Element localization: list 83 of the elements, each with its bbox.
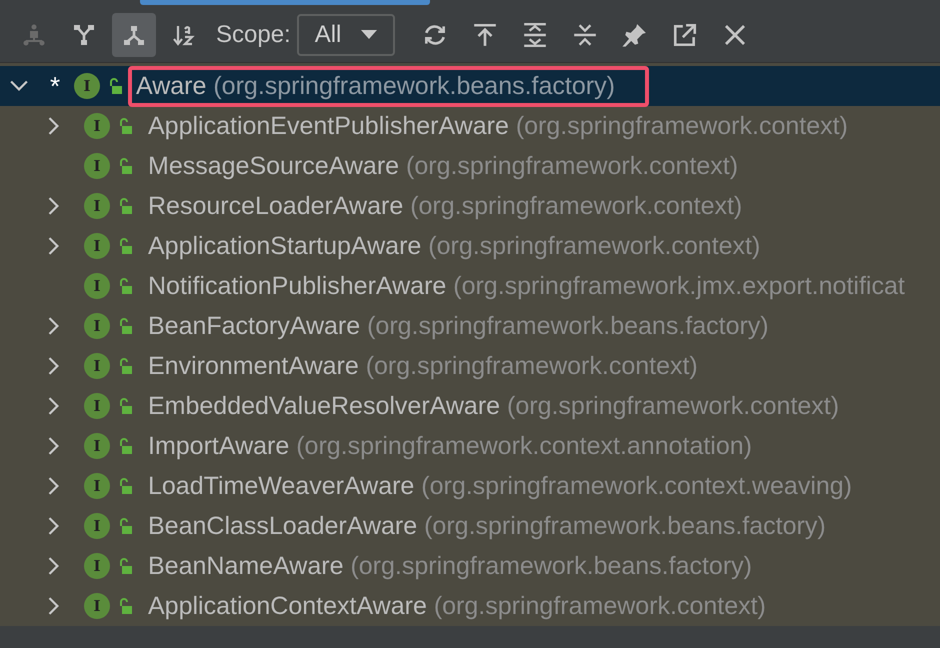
unlocked-lock-icon	[118, 438, 132, 454]
class-name: NotificationPublisherAware (org.springframework.jmx.export.notificat	[148, 272, 905, 301]
interface-badge: I	[84, 313, 110, 340]
interface-badge: I	[84, 113, 110, 140]
tree-icon	[22, 23, 46, 48]
unlocked-lock-icon	[118, 358, 132, 374]
class-name: ApplicationContextAware (org.springframework.context)	[148, 592, 766, 621]
unlocked-lock-icon	[118, 318, 132, 334]
tree-row[interactable]: I ApplicationContextAware (org.springframework.context)	[0, 586, 940, 626]
interface-badge: I	[84, 233, 110, 260]
unlocked-lock-icon	[118, 198, 132, 214]
class-name: EmbeddedValueResolverAware (org.springframework.context)	[148, 392, 840, 421]
class-name: Aware (org.springframework.beans.factory)	[136, 72, 615, 100]
scope-dropdown[interactable]: All	[296, 14, 395, 56]
class-name: LoadTimeWeaverAware (org.springframework.context.weaving)	[148, 472, 852, 501]
unlocked-lock-icon	[118, 598, 132, 614]
chevron-right-icon[interactable]	[48, 557, 60, 576]
branch-button[interactable]	[112, 13, 156, 58]
tree-row[interactable]: I EmbeddedValueResolverAware (org.springframework.context)	[0, 386, 940, 426]
tree-row[interactable]: I BeanFactoryAware (org.springframework.beans.factory)	[0, 306, 940, 346]
unlocked-lock-icon	[118, 478, 132, 494]
tree-row[interactable]: I MessageSourceAware (org.springframework.context)	[0, 146, 940, 186]
interface-badge: I	[84, 273, 110, 300]
tree-row[interactable]: I BeanNameAware (org.springframework.beans.factory)	[0, 546, 940, 586]
tree-row[interactable]: I EnvironmentAware (org.springframework.context)	[0, 346, 940, 386]
tree-row[interactable]: I ApplicationEventPublisherAware (org.springframework.context)	[0, 106, 940, 146]
tree-row[interactable]: I NotificationPublisherAware (org.springframework.jmx.export.notificat	[0, 266, 940, 306]
tree-row[interactable]: I BeanClassLoaderAware (org.springframework.beans.factory)	[0, 506, 940, 546]
interface-badge: I	[74, 73, 100, 100]
chevron-right-icon[interactable]	[48, 477, 60, 496]
modified-mark: *	[50, 70, 62, 102]
unlocked-lock-icon	[118, 118, 132, 134]
close-icon	[722, 23, 747, 48]
tree-row[interactable]: I LoadTimeWeaverAware (org.springframework.context.weaving)	[0, 466, 940, 506]
chevron-right-icon[interactable]	[48, 517, 60, 536]
tree-row[interactable]: I ApplicationStartupAware (org.springframework.context)	[0, 226, 940, 266]
class-name: ImportAware (org.springframework.context.annotation)	[148, 432, 752, 461]
chevron-right-icon[interactable]	[48, 117, 60, 136]
interface-badge: I	[84, 153, 110, 180]
upload-icon	[472, 22, 498, 48]
tree-row[interactable]: * I Aware (org.springframework.beans.factory)	[0, 66, 940, 106]
class-name: BeanNameAware (org.springframework.beans.factory)	[148, 552, 752, 581]
interface-badge: I	[84, 553, 110, 580]
interface-badge: I	[84, 473, 110, 500]
tree-row[interactable]: I ImportAware (org.springframework.context.annotation)	[0, 426, 940, 466]
collapse-icon	[572, 22, 598, 48]
caret-icon	[360, 30, 377, 40]
pin-icon	[622, 22, 648, 48]
unlocked-lock-icon	[118, 558, 132, 574]
class-name: MessageSourceAware (org.springframework.context)	[148, 152, 738, 181]
fork-icon	[72, 23, 96, 48]
interface-badge: I	[84, 593, 110, 620]
tree-row[interactable]: I ResourceLoaderAware (org.springframework.context)	[0, 186, 940, 226]
interface-badge: I	[84, 353, 110, 380]
chevron-right-icon[interactable]	[48, 597, 60, 616]
class-name: ResourceLoaderAware (org.springframework.context)	[148, 192, 742, 221]
class-name: BeanClassLoaderAware (org.springframework.beans.factory)	[148, 512, 826, 541]
class-name: ApplicationStartupAware (org.springframework.context)	[148, 232, 760, 261]
chevron-right-icon[interactable]	[48, 357, 60, 376]
chevron-down-icon[interactable]	[10, 80, 28, 92]
interface-badge: I	[84, 513, 110, 540]
interface-badge: I	[84, 193, 110, 220]
unlocked-lock-icon	[118, 518, 132, 534]
chevron-right-icon[interactable]	[48, 197, 60, 216]
unlocked-lock-icon	[118, 238, 132, 254]
unlocked-lock-icon	[108, 78, 122, 94]
class-name: EnvironmentAware (org.springframework.context)	[148, 352, 698, 381]
chevron-right-icon[interactable]	[48, 437, 60, 456]
unlocked-lock-icon	[118, 278, 132, 294]
unlocked-lock-icon	[118, 398, 132, 414]
scope-label: Scope:	[216, 21, 291, 50]
chevron-right-icon[interactable]	[48, 397, 60, 416]
class-name: ApplicationEventPublisherAware (org.springframework.context)	[148, 112, 848, 141]
external-icon	[672, 22, 698, 48]
unlocked-lock-icon	[118, 158, 132, 174]
sort-icon	[172, 23, 196, 48]
chevron-right-icon[interactable]	[48, 317, 60, 336]
interface-badge: I	[84, 393, 110, 420]
chevron-right-icon[interactable]	[48, 237, 60, 256]
branch-icon	[122, 23, 146, 48]
expand-icon	[522, 22, 548, 48]
interface-badge: I	[84, 433, 110, 460]
class-name: BeanFactoryAware (org.springframework.beans.factory)	[148, 312, 769, 341]
